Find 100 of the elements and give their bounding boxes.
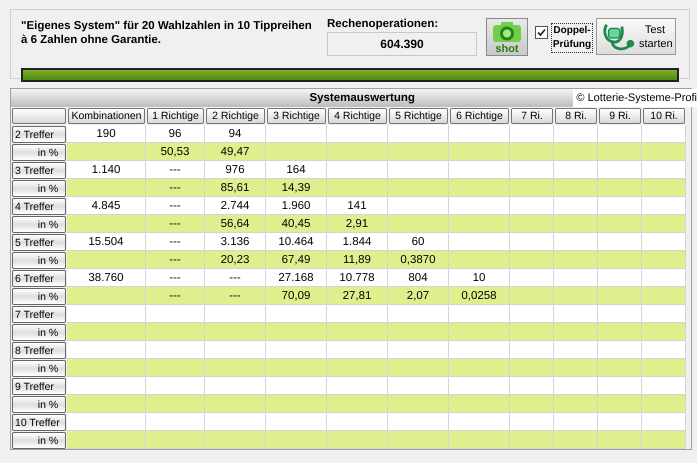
column-header[interactable]: 2 Richtige bbox=[206, 108, 265, 124]
table-cell: --- bbox=[146, 287, 205, 305]
row-header[interactable]: in % bbox=[12, 144, 66, 161]
table-cell: 976 bbox=[205, 161, 266, 179]
table-cell bbox=[146, 377, 205, 395]
test-start-button[interactable]: Test starten bbox=[596, 18, 676, 55]
table-title-bar: Systemauswertung bbox=[11, 89, 574, 107]
column-header[interactable]: 4 Richtige bbox=[328, 108, 387, 124]
table-cell bbox=[554, 197, 598, 215]
table-cell bbox=[642, 323, 686, 341]
column-header[interactable]: 1 Richtige bbox=[147, 108, 204, 124]
table-cell: 67,49 bbox=[266, 251, 327, 269]
column-header[interactable]: 7 Ri. bbox=[511, 108, 553, 124]
double-check-checkbox[interactable] bbox=[535, 26, 548, 39]
table-cell bbox=[510, 413, 554, 431]
table-cell bbox=[598, 323, 642, 341]
table-cell bbox=[146, 323, 205, 341]
table-cell bbox=[327, 323, 388, 341]
table-cell bbox=[449, 305, 510, 323]
row-header[interactable]: 7 Treffer bbox=[12, 306, 66, 323]
column-header[interactable]: 8 Ri. bbox=[555, 108, 597, 124]
column-header[interactable]: 9 Ri. bbox=[599, 108, 641, 124]
row-header[interactable]: in % bbox=[12, 360, 66, 377]
table-cell bbox=[449, 233, 510, 251]
row-header[interactable]: 9 Treffer bbox=[12, 378, 66, 395]
table-cell bbox=[388, 305, 449, 323]
row-header[interactable]: in % bbox=[12, 396, 66, 413]
table-cell: 27.168 bbox=[266, 269, 327, 287]
table-cell bbox=[554, 305, 598, 323]
table-cell: 94 bbox=[205, 125, 266, 143]
table-cell bbox=[449, 413, 510, 431]
row-header[interactable]: 4 Treffer bbox=[12, 198, 66, 215]
table-cell bbox=[642, 251, 686, 269]
table-cell bbox=[598, 143, 642, 161]
table-cell bbox=[449, 161, 510, 179]
table-cell: 60 bbox=[388, 233, 449, 251]
table-cell bbox=[642, 395, 686, 413]
table-cell bbox=[510, 323, 554, 341]
table-cell: 190 bbox=[67, 125, 146, 143]
table-cell: 1.844 bbox=[327, 233, 388, 251]
table-cell bbox=[642, 287, 686, 305]
row-header[interactable]: 8 Treffer bbox=[12, 342, 66, 359]
table-cell bbox=[449, 143, 510, 161]
table-cell bbox=[642, 179, 686, 197]
table-cell bbox=[266, 143, 327, 161]
table-cell: 10.464 bbox=[266, 233, 327, 251]
table-cell bbox=[146, 341, 205, 359]
row-header[interactable]: in % bbox=[12, 252, 66, 269]
table-cell bbox=[510, 233, 554, 251]
column-header[interactable]: 3 Richtige bbox=[267, 108, 326, 124]
table-cell bbox=[554, 161, 598, 179]
table-cell bbox=[146, 431, 205, 449]
row-header[interactable]: 6 Treffer bbox=[12, 270, 66, 287]
row-header[interactable]: 3 Treffer bbox=[12, 162, 66, 179]
row-header[interactable]: in % bbox=[12, 324, 66, 341]
table-cell bbox=[554, 143, 598, 161]
table-cell: 85,61 bbox=[205, 179, 266, 197]
table-cell: 10.778 bbox=[327, 269, 388, 287]
table-cell bbox=[510, 305, 554, 323]
row-header[interactable]: in % bbox=[12, 180, 66, 197]
table-cell bbox=[554, 287, 598, 305]
table-cell bbox=[598, 197, 642, 215]
table-cell: 3.136 bbox=[205, 233, 266, 251]
table-cell: 96 bbox=[146, 125, 205, 143]
table-cell bbox=[266, 431, 327, 449]
table-cell bbox=[449, 359, 510, 377]
table-cell bbox=[554, 323, 598, 341]
table-cell: 50,53 bbox=[146, 143, 205, 161]
table-cell bbox=[598, 359, 642, 377]
table-cell bbox=[146, 305, 205, 323]
table-cell bbox=[642, 125, 686, 143]
row-header[interactable]: in % bbox=[12, 432, 66, 449]
row-header[interactable]: 5 Treffer bbox=[12, 234, 66, 251]
table-cell bbox=[388, 377, 449, 395]
table-cell: 2,07 bbox=[388, 287, 449, 305]
table-cell bbox=[554, 341, 598, 359]
table-cell bbox=[642, 305, 686, 323]
table-cell bbox=[554, 359, 598, 377]
table-cell bbox=[598, 377, 642, 395]
row-header[interactable]: in % bbox=[12, 216, 66, 233]
row-header[interactable]: 2 Treffer bbox=[12, 126, 66, 143]
table-cell bbox=[388, 323, 449, 341]
table-cell bbox=[266, 341, 327, 359]
column-header[interactable]: Kombinationen bbox=[68, 108, 145, 124]
table-cell: 20,23 bbox=[205, 251, 266, 269]
table-cell bbox=[642, 359, 686, 377]
row-header[interactable]: in % bbox=[12, 288, 66, 305]
column-header[interactable]: 6 Richtige bbox=[450, 108, 509, 124]
table-cell bbox=[266, 125, 327, 143]
table-cell: 2,91 bbox=[327, 215, 388, 233]
table-cell bbox=[598, 269, 642, 287]
table-cell bbox=[554, 125, 598, 143]
table-cell: 11,89 bbox=[327, 251, 388, 269]
row-header[interactable]: 10 Treffer bbox=[12, 414, 66, 431]
column-header[interactable]: 5 Richtige bbox=[389, 108, 448, 124]
table-cell: 4.845 bbox=[67, 197, 146, 215]
column-header[interactable]: 10 Ri. bbox=[643, 108, 685, 124]
table-cell bbox=[146, 359, 205, 377]
double-check-label[interactable]: Doppel-Prüfung bbox=[551, 23, 593, 53]
table-cell bbox=[598, 251, 642, 269]
